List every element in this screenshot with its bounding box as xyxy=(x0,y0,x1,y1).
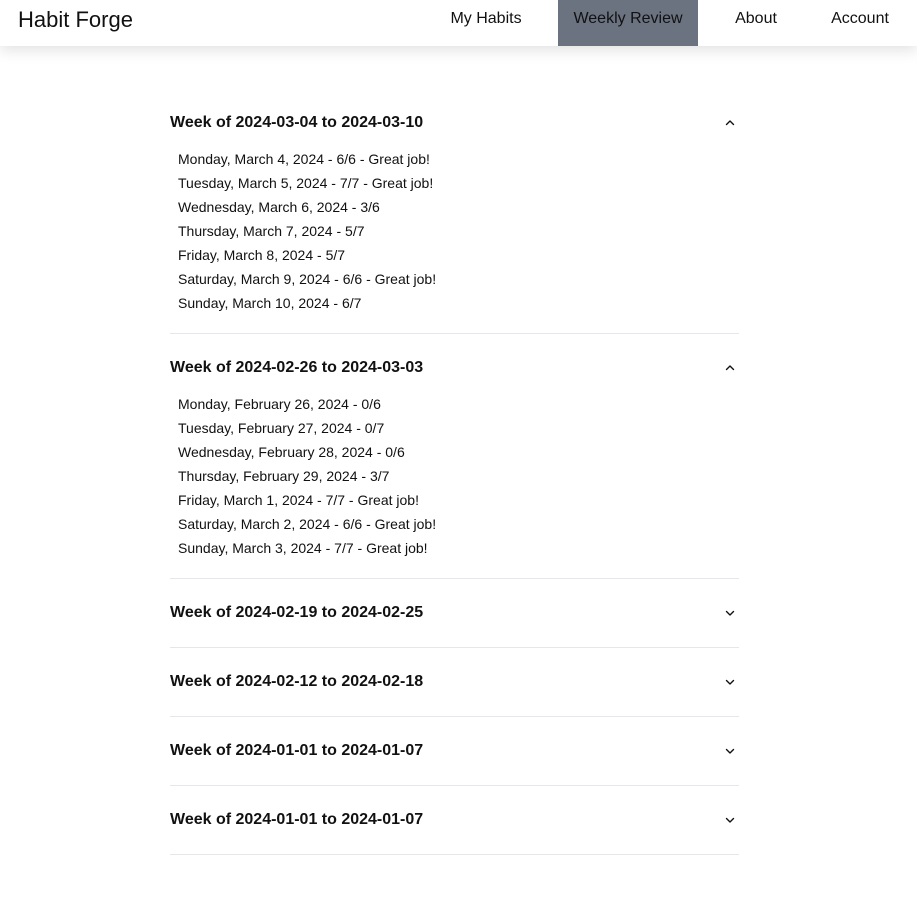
day-entry: Thursday, February 29, 2024 - 3/7 xyxy=(178,468,390,484)
day-entry: Wednesday, February 28, 2024 - 0/6 xyxy=(178,444,405,460)
week-section: Week of 2024-03-04 to 2024-03-10 Monday, … xyxy=(170,89,739,334)
top-navbar: Habit Forge My Habits Weekly Review Abou… xyxy=(0,0,917,46)
week-section: Week of 2024-02-26 to 2024-03-03 Monday, … xyxy=(170,334,739,579)
chevron-up-icon[interactable] xyxy=(724,362,736,374)
chevron-down-icon[interactable] xyxy=(724,745,736,757)
day-entry: Tuesday, February 27, 2024 - 0/7 xyxy=(178,420,385,436)
week-header[interactable]: Week of 2024-03-04 to 2024-03-10 xyxy=(170,89,739,157)
day-entry: Sunday, March 10, 2024 - 6/7 xyxy=(178,295,362,311)
week-title: Week of 2024-02-26 to 2024-03-03 xyxy=(170,359,424,376)
nav-my-habits[interactable]: My Habits xyxy=(434,0,538,46)
nav-about[interactable]: About xyxy=(718,0,794,46)
week-section: Week of 2024-01-01 to 2024-01-07 xyxy=(170,786,739,855)
day-entry: Saturday, March 9, 2024 - 6/6 - Great jo… xyxy=(178,271,437,287)
week-title: Week of 2024-02-19 to 2024-02-25 xyxy=(170,604,424,621)
week-header[interactable]: Week of 2024-02-19 to 2024-02-25 xyxy=(170,579,739,647)
week-header[interactable]: Week of 2024-01-01 to 2024-01-07 xyxy=(170,717,739,785)
day-entry: Friday, March 8, 2024 - 5/7 xyxy=(178,247,346,263)
weekly-review-accordion: Week of 2024-03-04 to 2024-03-10 Monday, … xyxy=(170,89,739,855)
week-section: Week of 2024-02-12 to 2024-02-18 xyxy=(170,648,739,717)
week-title: Week of 2024-01-01 to 2024-01-07 xyxy=(170,742,424,759)
week-section: Week of 2024-01-01 to 2024-01-07 xyxy=(170,717,739,786)
day-entry: Thursday, March 7, 2024 - 5/7 xyxy=(178,223,365,239)
week-days-list: Monday, March 4, 2024 - 6/6 - Great job!… xyxy=(170,147,739,333)
day-entry: Saturday, March 2, 2024 - 6/6 - Great jo… xyxy=(178,516,437,532)
chevron-up-icon[interactable] xyxy=(724,117,736,129)
chevron-down-icon[interactable] xyxy=(724,814,736,826)
day-entry: Wednesday, March 6, 2024 - 3/6 xyxy=(178,199,380,215)
nav-weekly-review[interactable]: Weekly Review xyxy=(558,0,698,46)
week-header[interactable]: Week of 2024-02-12 to 2024-02-18 xyxy=(170,648,739,716)
brand-logo[interactable]: Habit Forge xyxy=(18,6,133,34)
nav-account[interactable]: Account xyxy=(814,0,906,46)
week-title: Week of 2024-03-04 to 2024-03-10 xyxy=(170,114,424,131)
week-section: Week of 2024-02-19 to 2024-02-25 xyxy=(170,579,739,648)
chevron-down-icon[interactable] xyxy=(724,607,736,619)
week-title: Week of 2024-01-01 to 2024-01-07 xyxy=(170,811,424,828)
day-entry: Sunday, March 3, 2024 - 7/7 - Great job! xyxy=(178,540,428,556)
week-header[interactable]: Week of 2024-02-26 to 2024-03-03 xyxy=(170,334,739,402)
day-entry: Tuesday, March 5, 2024 - 7/7 - Great job… xyxy=(178,175,434,191)
day-entry: Friday, March 1, 2024 - 7/7 - Great job! xyxy=(178,492,419,508)
week-header[interactable]: Week of 2024-01-01 to 2024-01-07 xyxy=(170,786,739,854)
week-title: Week of 2024-02-12 to 2024-02-18 xyxy=(170,673,424,690)
chevron-down-icon[interactable] xyxy=(724,676,736,688)
week-days-list: Monday, February 26, 2024 - 0/6 Tuesday, … xyxy=(170,392,739,578)
